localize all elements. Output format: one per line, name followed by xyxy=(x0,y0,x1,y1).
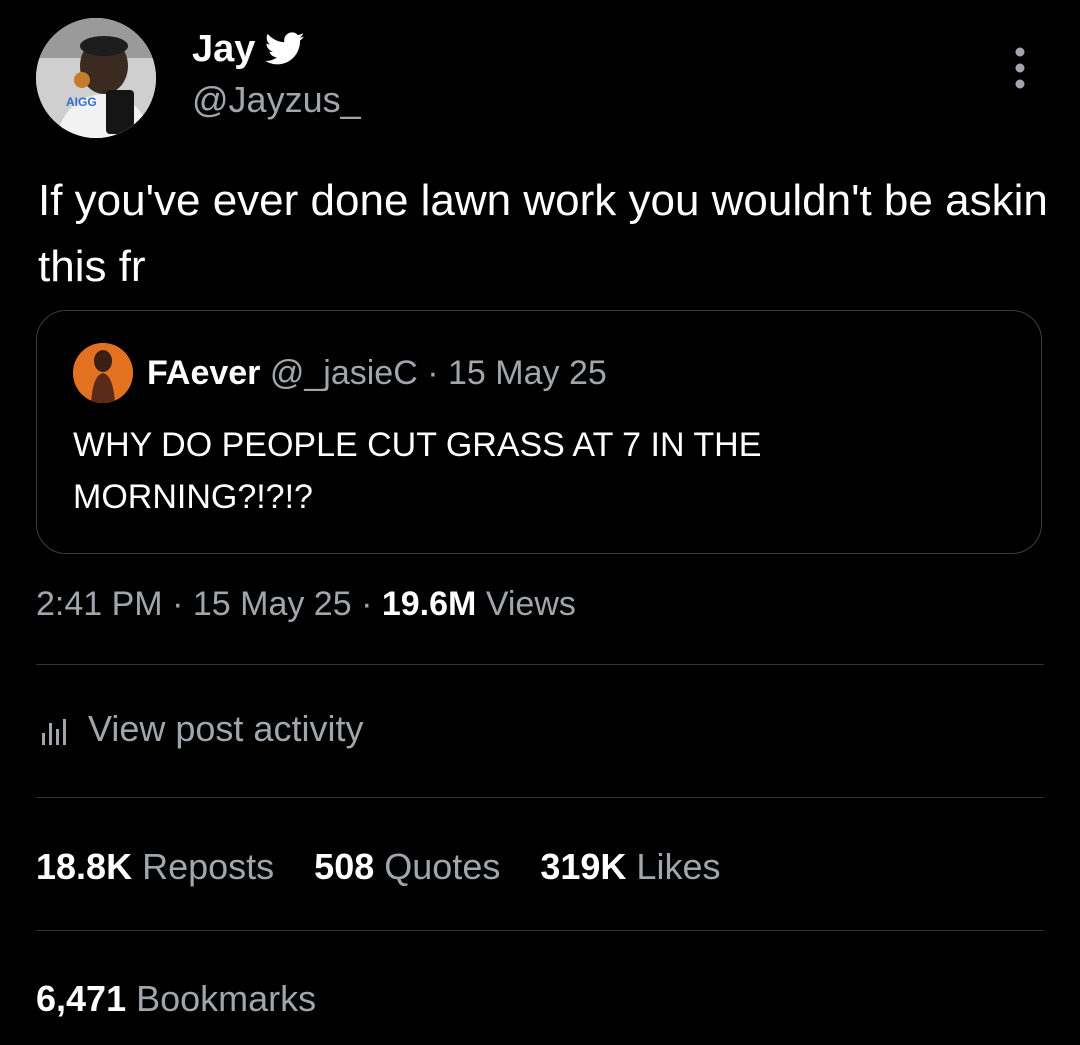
author-handle[interactable]: @Jayzus_ xyxy=(192,82,361,118)
bar-chart-icon xyxy=(38,714,74,745)
quotes-stat[interactable]: 508 Quotes xyxy=(314,842,500,892)
more-options-icon[interactable] xyxy=(1006,46,1034,90)
engagement-stats: 18.8K Reposts 508 Quotes 319K Likes xyxy=(36,842,720,892)
svg-text:AIGG: AIGG xyxy=(66,95,97,109)
likes-label: Likes xyxy=(636,846,721,887)
quoted-date: 15 May 25 xyxy=(448,354,607,392)
bookmarks-stat[interactable]: 6,471 Bookmarks xyxy=(36,974,316,1024)
reposts-label: Reposts xyxy=(142,846,275,887)
quoted-tweet-text: WHY DO PEOPLE CUT GRASS AT 7 IN THE MORN… xyxy=(73,426,762,516)
meta-separator: · xyxy=(172,585,184,623)
divider xyxy=(36,930,1044,931)
tweet-date[interactable]: 15 May 25 xyxy=(193,585,352,623)
reposts-stat[interactable]: 18.8K Reposts xyxy=(36,842,274,892)
bookmarks-count: 6,471 xyxy=(36,978,127,1019)
meta-separator: · xyxy=(361,585,373,623)
view-post-activity-label: View post activity xyxy=(88,708,364,749)
tweet-meta-row: 2:41 PM · 15 May 25 · 19.6M Views xyxy=(36,582,576,626)
twitter-bird-icon xyxy=(265,32,305,66)
views-count: 19.6M xyxy=(381,585,477,623)
divider xyxy=(36,797,1044,798)
quoted-author-avatar xyxy=(73,343,133,403)
likes-stat[interactable]: 319K Likes xyxy=(540,842,720,892)
reposts-count: 18.8K xyxy=(36,846,133,887)
author-avatar[interactable]: AIGG xyxy=(36,18,156,138)
divider xyxy=(36,664,1044,665)
quoted-handle: @_jasieC xyxy=(269,354,418,392)
view-post-activity-button[interactable]: View post activity xyxy=(38,708,363,750)
quoted-tweet-card[interactable]: FAever @_jasieC · 15 May 25 WHY DO PEOPL… xyxy=(36,310,1042,554)
bookmarks-label: Bookmarks xyxy=(136,978,317,1019)
quoted-separator: · xyxy=(427,354,439,392)
quotes-count: 508 xyxy=(314,846,375,887)
tweet-text: If you've ever done lawn work you wouldn… xyxy=(38,176,1048,291)
quoted-display-name: FAever xyxy=(147,354,261,392)
author-display-name[interactable]: Jay xyxy=(192,30,255,68)
quoted-tweet-meta: FAever @_jasieC · 15 May 25 xyxy=(147,353,607,393)
tweet-time[interactable]: 2:41 PM xyxy=(36,585,163,623)
author-name-row[interactable]: Jay xyxy=(192,30,305,68)
quotes-label: Quotes xyxy=(384,846,501,887)
likes-count: 319K xyxy=(540,846,627,887)
views-label: Views xyxy=(485,585,576,623)
